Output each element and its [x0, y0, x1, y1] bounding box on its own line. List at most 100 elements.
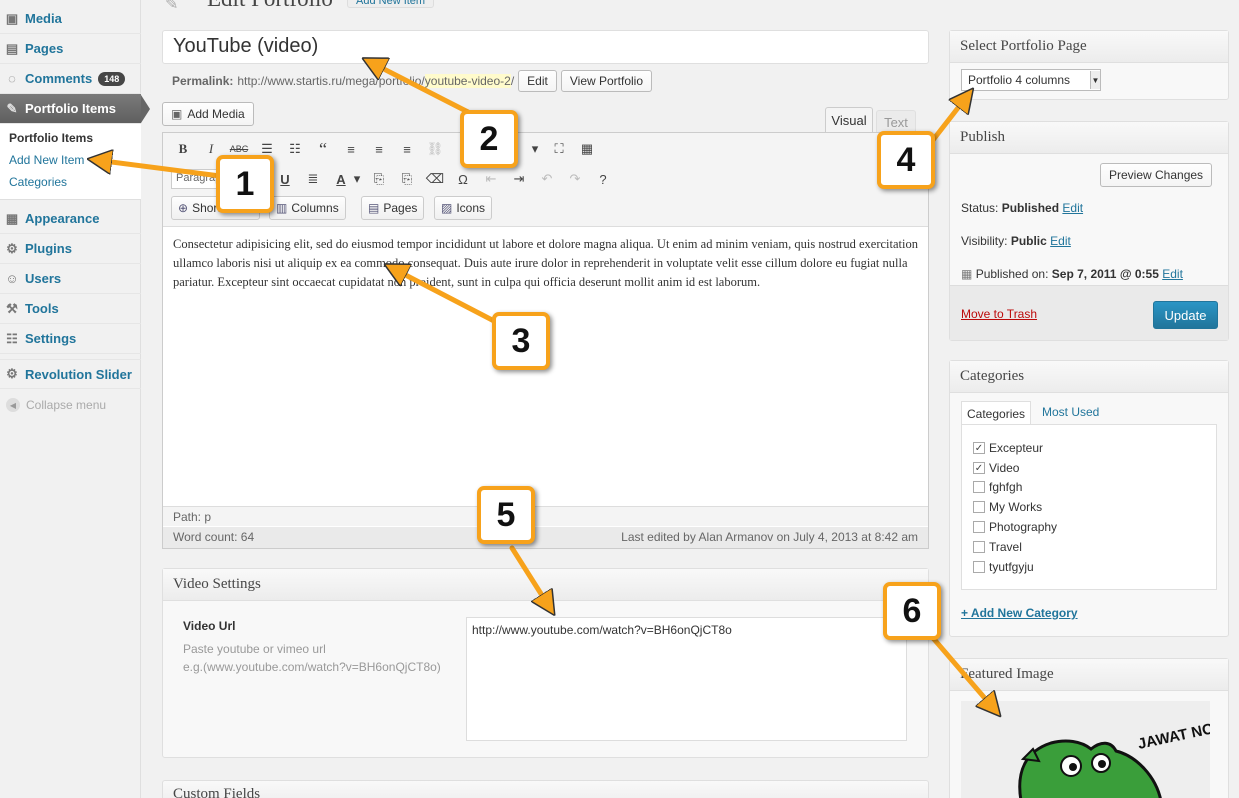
edit-status-link[interactable]: Edit — [1062, 201, 1083, 215]
publish-status-row: Status: Published Edit — [961, 201, 1083, 215]
category-item[interactable]: Photography — [973, 520, 1057, 534]
underline-icon[interactable]: U — [275, 169, 295, 189]
menu-appearance[interactable]: ▦ Appearance — [0, 204, 141, 234]
category-item[interactable]: ✓ Excepteur — [973, 441, 1043, 455]
tab-visual[interactable]: Visual — [825, 107, 873, 133]
menu-tools[interactable]: ⚒ Tools — [0, 294, 141, 324]
redo-icon[interactable]: ↷ — [565, 169, 585, 189]
edit-permalink-button[interactable]: Edit — [518, 70, 557, 92]
menu-plugins[interactable]: ⚙ Plugins — [0, 234, 141, 264]
menu-revolution-slider[interactable]: ⚙ Revolution Slider — [0, 359, 141, 389]
edit-date-link[interactable]: Edit — [1162, 267, 1183, 281]
blockquote-icon[interactable]: “ — [313, 139, 333, 159]
special-character-icon[interactable]: Ω — [453, 169, 473, 189]
paste-text-icon[interactable]: ⎘ — [369, 169, 389, 189]
columns-button[interactable]: ▥ Columns — [269, 196, 346, 220]
category-item[interactable]: tyutfgyju — [973, 560, 1034, 574]
menu-label: Plugins — [25, 241, 72, 256]
image-icon: ▨ — [441, 201, 453, 215]
video-url-label: Video Url — [183, 619, 236, 633]
category-item[interactable]: Travel — [973, 540, 1022, 554]
monster-illustration: JAWAT NOU?! — [1018, 715, 1210, 798]
plugins-icon: ⚙ — [6, 240, 18, 256]
callout-2: 2 — [460, 110, 518, 168]
menu-portfolio-items[interactable]: ✎ Portfolio Items — [0, 94, 141, 124]
columns-icon: ▥ — [276, 201, 288, 215]
outdent-icon[interactable]: ⇤ — [481, 169, 501, 189]
submenu-add-new-item[interactable]: Add New Item — [9, 153, 84, 167]
category-item[interactable]: My Works — [973, 500, 1042, 514]
icons-button[interactable]: ▨ Icons — [434, 196, 493, 220]
select-portfolio-page-box: Select Portfolio Page Portfolio 4 column… — [949, 30, 1229, 100]
collapse-label: Collapse menu — [26, 398, 107, 412]
portfolio-page-select[interactable]: Portfolio 4 columns ▼ — [961, 69, 1101, 91]
category-item[interactable]: fghfgh — [973, 480, 1022, 494]
align-center-icon[interactable]: ≡ — [369, 139, 389, 159]
menu-settings[interactable]: ☷ Settings — [0, 324, 141, 354]
help-icon[interactable]: ? — [593, 169, 613, 189]
editor-toolbar: B I ABC ☰ ☷ “ ≡ ≡ ≡ ⛓ ▾ ⛶ ▦ Paragraph U … — [163, 133, 928, 227]
add-media-button[interactable]: ▣ Add Media — [162, 102, 254, 126]
select-portfolio-page-title[interactable]: Select Portfolio Page — [950, 31, 1228, 63]
indent-icon[interactable]: ⇥ — [509, 169, 529, 189]
checkbox-icon[interactable] — [973, 481, 985, 493]
checkbox-icon[interactable] — [973, 501, 985, 513]
callout-3: 3 — [492, 312, 550, 370]
update-button[interactable]: Update — [1153, 301, 1218, 329]
align-left-icon[interactable]: ≡ — [341, 139, 361, 159]
dropdown-arrow-icon[interactable]: ▾ — [525, 139, 545, 159]
permalink-slug[interactable]: youtube-video-2 — [424, 74, 511, 88]
pages-button[interactable]: ▤ Pages — [361, 196, 425, 220]
clear-formatting-icon[interactable]: ⌫ — [425, 169, 445, 189]
checkbox-icon[interactable] — [973, 521, 985, 533]
comments-icon: ◌ — [8, 71, 16, 86]
edit-visibility-link[interactable]: Edit — [1050, 234, 1071, 248]
comments-count-badge: 148 — [98, 71, 126, 86]
submenu-portfolio-items[interactable]: Portfolio Items — [9, 131, 93, 145]
paste-word-icon[interactable]: ⎘ — [397, 169, 417, 189]
view-portfolio-button[interactable]: View Portfolio — [560, 70, 653, 92]
text-color-dropdown-icon[interactable]: ▾ — [347, 169, 367, 189]
kitchen-sink-icon[interactable]: ▦ — [577, 139, 597, 159]
preview-changes-button[interactable]: Preview Changes — [1100, 163, 1213, 187]
permalink-base: http://www.startis.ru/mega/portfolio/ — [237, 74, 425, 88]
move-to-trash-link[interactable]: Move to Trash — [961, 307, 1037, 321]
collapse-menu[interactable]: ◀ Collapse menu — [6, 398, 106, 412]
status-label: Status: — [961, 201, 999, 215]
post-title-input[interactable]: YouTube (video) — [162, 30, 929, 64]
custom-fields-box-title[interactable]: Custom Fields — [162, 780, 929, 798]
featured-image-thumbnail[interactable]: JAWAT NOU?! — [961, 701, 1210, 798]
checkbox-checked-icon[interactable]: ✓ — [973, 462, 985, 474]
menu-comments[interactable]: ◌ Comments 148 — [0, 64, 141, 94]
link-icon[interactable]: ⛓ — [425, 139, 445, 159]
categories-title[interactable]: Categories — [950, 361, 1228, 393]
align-right-icon[interactable]: ≡ — [397, 139, 417, 159]
category-label: Travel — [989, 540, 1022, 554]
menu-pages[interactable]: ▤ Pages — [0, 34, 141, 64]
checkbox-checked-icon[interactable]: ✓ — [973, 442, 985, 454]
publish-title[interactable]: Publish — [950, 122, 1228, 154]
editor-content[interactable]: Consectetur adipisicing elit, sed do eiu… — [173, 235, 918, 292]
add-new-item-button[interactable]: Add New Item — [347, 0, 435, 8]
tab-most-used[interactable]: Most Used — [1042, 405, 1099, 419]
bold-icon[interactable]: B — [173, 139, 193, 159]
justify-icon[interactable]: ≣ — [303, 169, 323, 189]
category-item[interactable]: ✓ Video — [973, 461, 1019, 475]
slider-icon: ⚙ — [6, 366, 18, 381]
add-new-category-link[interactable]: + Add New Category — [961, 606, 1078, 620]
featured-image-title[interactable]: Featured Image — [950, 659, 1228, 691]
menu-media[interactable]: ▣ Media — [0, 4, 141, 34]
checkbox-icon[interactable] — [973, 541, 985, 553]
video-settings-title[interactable]: Video Settings — [163, 569, 928, 601]
last-edited: Last edited by Alan Armanov on July 4, 2… — [621, 530, 918, 544]
tab-text[interactable]: Text — [876, 110, 916, 133]
published-value: Sep 7, 2011 @ 0:55 — [1051, 267, 1159, 281]
undo-icon[interactable]: ↶ — [537, 169, 557, 189]
submenu-categories[interactable]: Categories — [9, 175, 67, 189]
tab-all-categories[interactable]: Categories — [961, 401, 1031, 425]
fullscreen-icon[interactable]: ⛶ — [549, 139, 569, 159]
checkbox-icon[interactable] — [973, 561, 985, 573]
numbered-list-icon[interactable]: ☷ — [285, 139, 305, 159]
video-url-textarea[interactable]: http://www.youtube.com/watch?v=BH6onQjCT… — [466, 617, 907, 741]
menu-users[interactable]: ☺ Users — [0, 264, 141, 294]
